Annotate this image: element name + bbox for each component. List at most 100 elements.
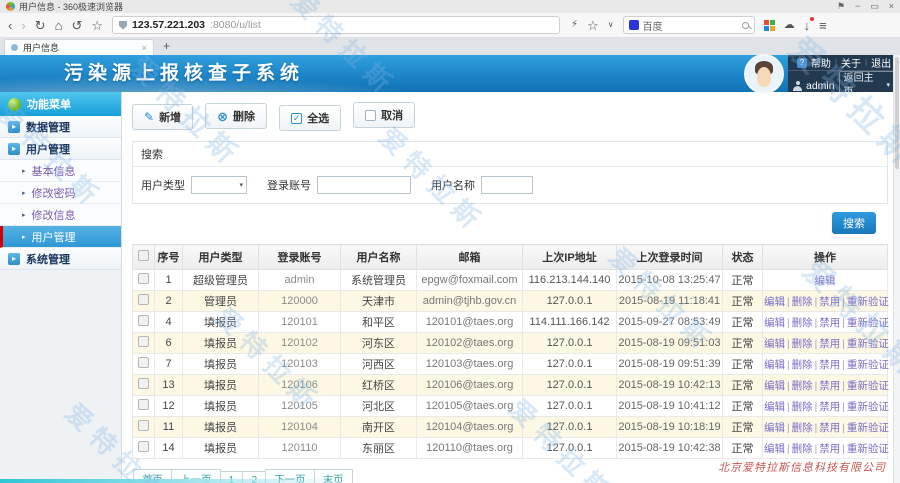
search-button[interactable]: 搜索 (832, 212, 876, 234)
scrollbar-thumb[interactable] (895, 57, 899, 169)
op-link[interactable]: 重新验证 (847, 317, 889, 329)
user-type-select[interactable]: ▾ (191, 176, 247, 194)
header-link-1[interactable]: 关于 (841, 55, 861, 70)
sidebar-item-label: 修改密码 (32, 185, 76, 201)
op-link[interactable]: 禁用 (819, 380, 840, 392)
op-link[interactable]: 编辑 (764, 359, 785, 371)
sidebar-item-4[interactable]: ▸修改信息 (0, 204, 121, 226)
op-link[interactable]: 禁用 (819, 359, 840, 371)
op-link[interactable]: 禁用 (819, 443, 840, 455)
op-link[interactable]: 禁用 (819, 317, 840, 329)
op-link[interactable]: 删除 (792, 359, 813, 371)
row-checkbox[interactable] (138, 315, 149, 326)
row-checkbox[interactable] (138, 441, 149, 452)
select-all-button[interactable]: ✓ 全选 (279, 105, 341, 131)
op-separator: | (787, 402, 790, 413)
back-icon[interactable]: ‹ (8, 19, 12, 32)
home-icon[interactable]: ⌂ (55, 19, 63, 32)
refresh-icon[interactable]: ↻ (35, 19, 46, 32)
forward-icon[interactable]: › (21, 19, 25, 32)
op-link[interactable]: 删除 (792, 401, 813, 413)
flash-icon[interactable]: ⚡ (571, 20, 578, 30)
row-checkbox[interactable] (138, 273, 149, 284)
add-button[interactable]: ✎ 新增 (132, 104, 193, 130)
header-checkbox[interactable] (138, 250, 149, 261)
cell-seq: 1 (155, 270, 183, 291)
op-link[interactable]: 重新验证 (847, 296, 889, 308)
op-link[interactable]: 编辑 (764, 296, 785, 308)
menu-icon[interactable]: ≡ (819, 19, 827, 32)
user-name-input[interactable] (481, 176, 533, 194)
download-icon[interactable]: ↓ (804, 19, 811, 32)
op-link[interactable]: 禁用 (819, 422, 840, 434)
sidebar-item-3[interactable]: ▸修改密码 (0, 182, 121, 204)
op-link[interactable]: 重新验证 (847, 380, 889, 392)
op-link[interactable]: 编辑 (764, 380, 785, 392)
sidebar-item-6[interactable]: ▸系统管理 (0, 248, 121, 270)
cloud-icon[interactable]: ☁ (784, 20, 795, 31)
maximize-icon[interactable]: ▭ (870, 1, 879, 12)
new-tab-icon[interactable]: + (163, 39, 170, 55)
op-link[interactable]: 重新验证 (847, 338, 889, 350)
table-row: 2管理员120000天津市admin@tjhb.gov.cn127.0.0.12… (133, 291, 888, 312)
cell-account: 120104 (259, 417, 341, 438)
row-checkbox[interactable] (138, 357, 149, 368)
op-link[interactable]: 编辑 (764, 401, 785, 413)
op-link[interactable]: 编辑 (764, 422, 785, 434)
favorite-icon[interactable]: ☆ (91, 19, 103, 32)
cancel-button[interactable]: 取消 (353, 102, 415, 128)
caret-down-icon: ▾ (886, 79, 890, 93)
op-separator: | (842, 360, 845, 371)
op-separator: | (787, 339, 790, 350)
row-checkbox[interactable] (138, 378, 149, 389)
op-link[interactable]: 删除 (792, 317, 813, 329)
op-link[interactable]: 删除 (792, 422, 813, 434)
sidebar-item-2[interactable]: ▸基本信息 (0, 160, 121, 182)
browser-tab[interactable]: 用户信息 × (4, 39, 154, 55)
sidebar-item-1[interactable]: ▸用户管理 (0, 138, 121, 160)
op-link[interactable]: 编辑 (764, 338, 785, 350)
sidebar-item-5[interactable]: ▸用户管理 (0, 226, 121, 248)
row-checkbox[interactable] (138, 399, 149, 410)
row-checkbox[interactable] (138, 294, 149, 305)
url-bar[interactable]: 123.57.221.203 :8080/u/list (112, 16, 560, 34)
collect-star-icon[interactable]: ☆ (587, 19, 599, 32)
delete-button[interactable]: ⊗ 删除 (205, 103, 267, 129)
search-magnifier-icon[interactable] (742, 22, 749, 29)
op-link[interactable]: 禁用 (819, 338, 840, 350)
op-link[interactable]: 编辑 (764, 443, 785, 455)
op-link[interactable]: 禁用 (819, 296, 840, 308)
op-link[interactable]: 删除 (792, 338, 813, 350)
row-checkbox[interactable] (138, 336, 149, 347)
op-link[interactable]: 删除 (792, 380, 813, 392)
row-checkbox[interactable] (138, 420, 149, 431)
op-link[interactable]: 重新验证 (847, 422, 889, 434)
pin-icon[interactable]: ⚑ (837, 1, 845, 12)
op-link[interactable]: 禁用 (819, 401, 840, 413)
sidebar-item-0[interactable]: ▸数据管理 (0, 116, 121, 138)
apps-grid-icon[interactable] (764, 20, 775, 31)
minimize-icon[interactable]: − (855, 1, 860, 12)
chevron-down-icon[interactable]: ∨ (608, 21, 614, 29)
op-link[interactable]: 重新验证 (847, 359, 889, 371)
op-link[interactable]: 编辑 (764, 317, 785, 329)
op-link[interactable]: 删除 (792, 296, 813, 308)
user-avatar[interactable] (744, 54, 784, 94)
close-icon[interactable]: × (889, 1, 894, 12)
login-account-input[interactable] (317, 176, 411, 194)
op-link[interactable]: 重新验证 (847, 401, 889, 413)
header-link-2[interactable]: 退出 (871, 55, 891, 70)
cell-status: 正常 (723, 375, 763, 396)
page-scrollbar[interactable] (893, 55, 900, 483)
tab-close-icon[interactable]: × (142, 43, 147, 53)
return-home-button[interactable]: 返回主页 ▾ (839, 71, 895, 101)
op-link[interactable]: 删除 (792, 443, 813, 455)
header-link-0[interactable]: 帮助 (811, 55, 831, 70)
op-separator: | (787, 444, 790, 455)
cell-status: 正常 (723, 417, 763, 438)
op-link[interactable]: 重新验证 (847, 443, 889, 455)
op-link[interactable]: 编辑 (815, 275, 836, 287)
browser-search-box[interactable]: 百度 (623, 16, 755, 34)
history-icon[interactable]: ↺ (71, 19, 82, 32)
url-host: 123.57.221.203 (132, 19, 205, 31)
